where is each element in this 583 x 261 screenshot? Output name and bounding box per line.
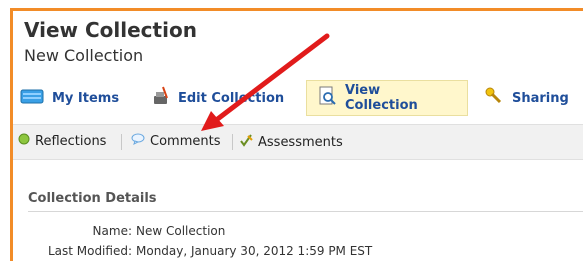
assessments-label: Assessments [258,134,343,150]
reflections-link[interactable]: Reflections [18,133,106,149]
tab-view-collection[interactable]: View Collection [306,80,468,116]
reflections-label: Reflections [35,133,107,149]
comments-link[interactable]: Comments [131,133,220,149]
tab-edit-collection[interactable]: Edit Collection [150,80,284,116]
collection-details-heading: Collection Details [28,191,157,206]
key-icon [484,86,504,110]
last-modified-label: Last Modified: [47,244,132,258]
checkmark-pencil-icon [239,133,253,151]
subnav-divider [232,134,233,150]
subnav-divider [121,134,122,150]
folder-icon [20,88,44,108]
last-modified-value: Monday, January 30, 2012 1:59 PM EST [136,244,373,258]
tab-view-collection-label: View Collection [345,83,418,113]
comments-label: Comments [150,133,221,149]
edit-collection-icon [150,86,170,110]
page-title: View Collection [24,18,197,42]
name-label: Name: [92,224,132,238]
tab-edit-collection-label: Edit Collection [178,90,285,106]
view-document-icon [317,86,337,110]
assessments-link[interactable]: Assessments [239,133,343,151]
tab-sharing-label: Sharing [512,90,569,106]
tab-my-items-label: My Items [52,90,120,106]
green-ball-icon [18,133,30,149]
tab-sharing[interactable]: Sharing [484,80,569,116]
name-value: New Collection [136,224,226,238]
tab-my-items[interactable]: My Items [20,80,119,116]
section-divider [28,211,583,212]
collection-subtitle: New Collection [24,46,144,65]
speech-bubble-icon [131,133,145,149]
